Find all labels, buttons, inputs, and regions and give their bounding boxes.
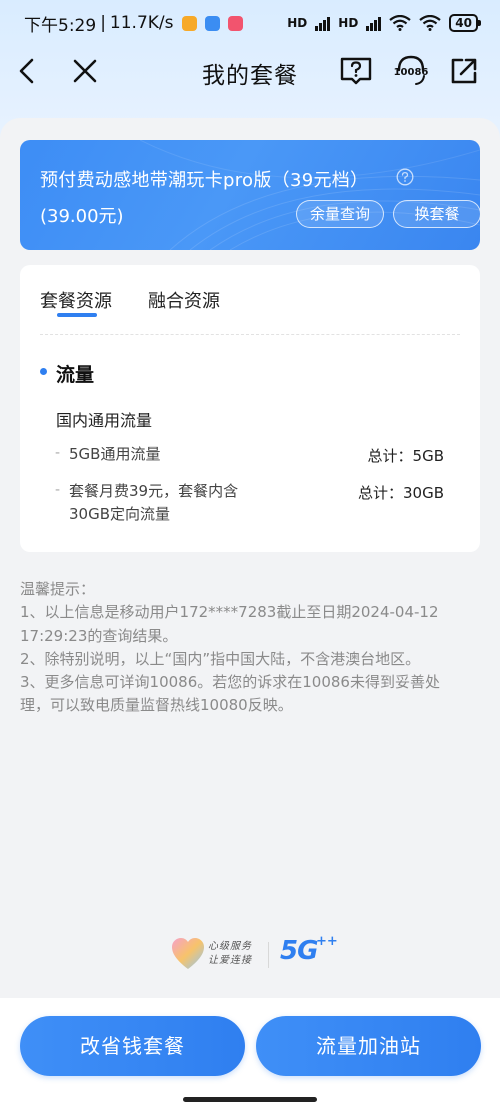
wifi-icon	[419, 15, 441, 31]
status-left: 下午5:29 | 11.7K/s	[24, 11, 243, 36]
notification-app-icon	[204, 15, 220, 31]
nav-bar: 我的套餐 10086	[0, 46, 500, 96]
save-money-plan-button[interactable]: 改省钱套餐	[20, 1016, 245, 1076]
chevron-left-icon	[19, 58, 34, 84]
status-time: 下午5:29	[24, 15, 97, 36]
notification-app-icon	[227, 15, 243, 31]
tips-line: 17:29:23的查询结果。	[20, 626, 178, 645]
list-item-name: 5GB通用流量	[69, 445, 161, 463]
tips-line: 理，可以致电质量监督热线10080反映。	[20, 696, 293, 715]
share-button[interactable]	[447, 54, 481, 88]
status-speed: 11.7K/s	[109, 13, 174, 33]
tips-line: 1、以上信息是移动用户172****7283截止至日期2024-04-12	[20, 603, 439, 622]
tips-line: 2、除特别说明，以上“国内”指中国大陆，不含港澳台地区。	[20, 649, 421, 668]
status-right: HD HD 40	[287, 14, 481, 32]
list-item-name-line: 套餐月费39元，套餐内含	[69, 482, 239, 500]
close-button[interactable]	[68, 54, 102, 88]
help-button[interactable]	[339, 54, 373, 88]
share-icon	[451, 58, 477, 84]
signal-icon	[366, 15, 382, 31]
signal-hd-label: HD	[287, 16, 308, 30]
page-title: 我的套餐	[202, 63, 298, 89]
section-bullet	[40, 368, 47, 375]
plan-help-icon[interactable]	[396, 168, 414, 186]
brand-slogan: 心级服务 让爱连接	[208, 940, 252, 968]
status-separator: |	[100, 13, 106, 33]
hotline-button[interactable]: 10086	[392, 54, 430, 88]
list-item-dash: -	[55, 445, 61, 461]
list-item-total: 总计：30GB	[357, 484, 444, 502]
plan-name: 预付费动感地带潮玩卡pro版（39元档）	[40, 170, 369, 191]
heart-logo-icon	[172, 938, 204, 969]
tips-heading: 温馨提示：	[20, 580, 96, 598]
back-button[interactable]	[10, 54, 44, 88]
list-item-dash: -	[55, 482, 61, 498]
resources-card: 套餐资源 融合资源 流量 国内通用流量 - 5GB通用流量 总计：5GB - 套…	[20, 265, 480, 552]
plan-price: (39.00元)	[40, 206, 124, 227]
change-plan-button[interactable]: 换套餐	[393, 200, 480, 228]
wifi-icon	[389, 15, 411, 31]
status-bar: 下午5:29 | 11.7K/s HD HD 40	[0, 0, 500, 46]
brand-slogan-line: 让爱连接	[208, 955, 252, 966]
home-indicator[interactable]	[183, 1097, 317, 1102]
brand-slogan-line: 心级服务	[208, 941, 252, 952]
balance-query-button[interactable]: 余量查询	[296, 200, 384, 228]
tab-plan-resources[interactable]: 套餐资源	[40, 287, 112, 313]
section-title-data: 流量	[56, 364, 95, 386]
brand-5g-logo: 5G	[280, 936, 318, 966]
list-item-name: 套餐月费39元，套餐内含 30GB定向流量	[69, 480, 238, 526]
battery-icon: 40	[449, 14, 481, 32]
active-tab-indicator	[57, 313, 97, 317]
signal-hd-label: HD	[338, 16, 359, 30]
brand-plus-mark: ++	[316, 934, 338, 949]
card-wave-decoration	[139, 140, 480, 250]
close-icon	[73, 59, 97, 83]
group-title: 国内通用流量	[56, 411, 153, 430]
brand-logo: 心级服务 让爱连接 5G ++	[170, 934, 338, 974]
logo-separator	[268, 942, 269, 968]
plan-card: 预付费动感地带潮玩卡pro版（39元档） (39.00元) 余量查询 换套餐	[20, 140, 480, 250]
tab-fusion-resources[interactable]: 融合资源	[148, 287, 220, 313]
data-refuel-station-button[interactable]: 流量加油站	[256, 1016, 481, 1076]
list-item-name-line: 30GB定向流量	[69, 505, 171, 523]
tips-line: 3、更多信息可详询10086。若您的诉求在10086未得到妥善处	[20, 673, 440, 692]
hotline-label: 10086	[393, 67, 429, 78]
notification-app-icon	[181, 15, 197, 31]
help-book-icon	[340, 57, 372, 85]
tab-divider	[40, 334, 460, 335]
signal-icon	[315, 15, 331, 31]
list-item-total: 总计：5GB	[367, 447, 444, 465]
tips-section: 温馨提示： 1、以上信息是移动用户172****7283截止至日期2024-04…	[20, 578, 480, 718]
